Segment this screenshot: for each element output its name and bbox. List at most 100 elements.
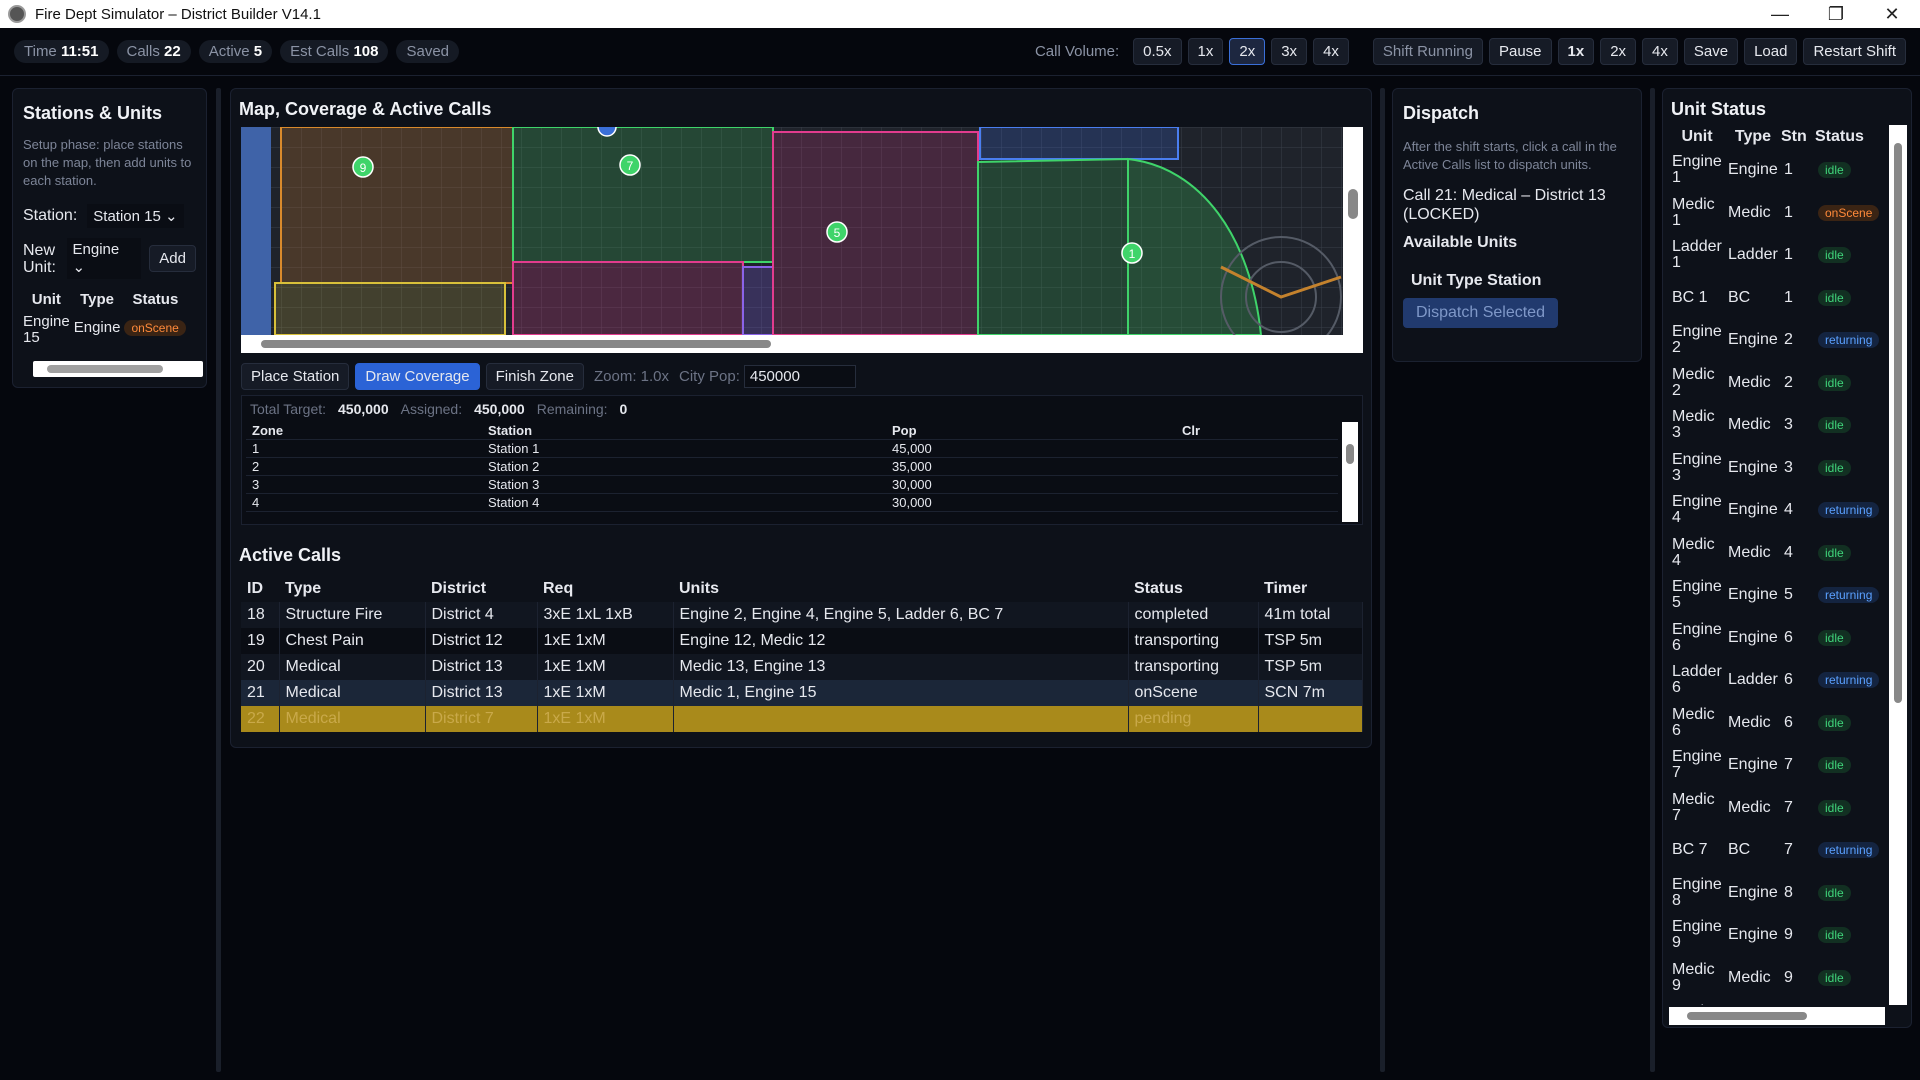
unit-status-row[interactable]: Engine 5 Engine 5 returning xyxy=(1669,574,1889,617)
unit-status-row[interactable]: BC 7 BC 7 returning xyxy=(1669,829,1889,872)
call-row[interactable]: 20 Medical District 13 1xE 1xM Medic 13, Eng… xyxy=(241,654,1363,680)
color-cell[interactable] xyxy=(1176,440,1338,458)
unit-stn: 1 xyxy=(1784,203,1793,221)
unit-type: Engine xyxy=(1728,586,1778,604)
color-cell[interactable] xyxy=(1176,476,1338,494)
speed-4x-button[interactable]: 4x xyxy=(1642,38,1678,65)
col-type: Type xyxy=(285,580,322,597)
unit-stn: 3 xyxy=(1784,416,1793,434)
unit-status-row[interactable]: Medic 1 Medic 1 onScene xyxy=(1669,192,1889,235)
zone-row[interactable]: 1 Station 1 45,000 xyxy=(246,440,1338,458)
call-timer: TSP 5m xyxy=(1258,654,1363,680)
middle-splitter[interactable] xyxy=(1380,88,1385,1072)
col-status: Status xyxy=(1815,128,1864,145)
zone-row[interactable]: 2 Station 2 35,000 xyxy=(246,458,1338,476)
zone-row[interactable]: 4 Station 4 30,000 xyxy=(246,494,1338,512)
call-id: 18 xyxy=(241,602,280,628)
unit-status-row[interactable]: Engine 8 Engine 8 idle xyxy=(1669,872,1889,915)
unit-status-row[interactable]: Engine 1 Engine 1 idle xyxy=(1669,149,1889,192)
restart-shift-button[interactable]: Restart Shift xyxy=(1803,38,1906,65)
draw-coverage-button[interactable]: Draw Coverage xyxy=(355,363,480,390)
close-button[interactable]: ✕ xyxy=(1864,4,1920,25)
unit-stn: 9 xyxy=(1784,926,1793,944)
minimize-button[interactable]: — xyxy=(1752,4,1808,25)
pause-button[interactable]: Pause xyxy=(1488,38,1552,65)
unit-status-row[interactable]: Engine 3 Engine 3 idle xyxy=(1669,447,1889,490)
load-button[interactable]: Load xyxy=(1744,38,1798,65)
shift-status: Shift Running xyxy=(1372,38,1483,65)
zone-9-polygon[interactable] xyxy=(280,127,514,284)
color-cell[interactable] xyxy=(1176,494,1338,512)
stations-h-scrollbar[interactable] xyxy=(33,361,203,377)
zone-polygon[interactable] xyxy=(274,282,506,335)
right-splitter[interactable] xyxy=(1650,88,1655,1072)
col-station: Station xyxy=(488,423,533,438)
unit-stn: 3 xyxy=(1784,458,1793,476)
maximize-button[interactable]: ❐ xyxy=(1808,4,1864,25)
unit-status-row[interactable]: Engine 7 Engine 7 idle xyxy=(1669,744,1889,787)
volume-2x-button[interactable]: 2x xyxy=(1229,38,1266,65)
unit-stn: 7 xyxy=(1784,798,1793,816)
call-row-selected[interactable]: 21 Medical District 13 1xE 1xM Medic 1, Engi… xyxy=(241,680,1363,706)
zone-5-polygon[interactable] xyxy=(772,131,979,335)
unit-status-row[interactable]: Medic 2 Medic 2 idle xyxy=(1669,362,1889,405)
call-timer xyxy=(1258,706,1363,732)
call-row[interactable]: 18 Structure Fire District 4 3xE 1xL 1xB Eng… xyxy=(241,602,1363,628)
new-unit-select[interactable]: Engine ⌄ xyxy=(66,238,142,279)
finish-zone-button[interactable]: Finish Zone xyxy=(485,363,584,390)
save-button[interactable]: Save xyxy=(1683,38,1739,65)
unit-status-row[interactable]: Engine 6 Engine 6 idle xyxy=(1669,617,1889,660)
speed-2x-button[interactable]: 2x xyxy=(1600,38,1637,65)
unit-status-row[interactable]: Engine 2 Engine 2 returning xyxy=(1669,319,1889,362)
time-label: Time xyxy=(24,43,57,60)
unit-name: Ladder 1 xyxy=(1672,238,1722,272)
unit-status-row[interactable]: Medic 3 Medic 3 idle xyxy=(1669,404,1889,447)
unit-status-row[interactable]: Engine 9 Engine 9 idle xyxy=(1669,914,1889,957)
assigned-value: 450,000 xyxy=(474,401,525,417)
zone-7-polygon[interactable] xyxy=(512,127,774,263)
top-toolbar: Time 11:51 Calls 22 Active 5 Est Calls 1… xyxy=(0,28,1920,76)
map-viewport[interactable]: 9 7 5 1 xyxy=(241,127,1363,353)
volume-3x-button[interactable]: 3x xyxy=(1271,38,1308,65)
map-h-scrollbar[interactable] xyxy=(241,335,1343,353)
zone-polygon[interactable] xyxy=(979,127,1179,160)
unit-status-row[interactable]: BC 1 BC 1 idle xyxy=(1669,277,1889,320)
call-row[interactable]: 19 Chest Pain District 12 1xE 1xM Engine 12,… xyxy=(241,628,1363,654)
col-status: Status xyxy=(132,291,179,308)
unit-status-row[interactable]: Medic 6 Medic 6 idle xyxy=(1669,702,1889,745)
city-map[interactable]: 9 7 5 1 xyxy=(241,127,1343,335)
station-unit-row[interactable]: Engine 15 Engine onScene xyxy=(23,308,186,346)
unit-status-row[interactable]: Engine 4 Engine 4 returning xyxy=(1669,489,1889,532)
zone-row[interactable]: 3 Station 3 30,000 xyxy=(246,476,1338,494)
unit-status-row[interactable]: Ladder 6 Ladder 6 returning xyxy=(1669,659,1889,702)
zone-polygon[interactable] xyxy=(512,261,744,335)
dispatch-selected-button[interactable]: Dispatch Selected xyxy=(1403,298,1558,328)
est-calls-value: 108 xyxy=(353,43,379,60)
speed-1x-button[interactable]: 1x xyxy=(1557,38,1595,65)
zone-v-scrollbar[interactable] xyxy=(1342,422,1358,522)
color-cell[interactable] xyxy=(1176,458,1338,476)
add-unit-button[interactable]: Add xyxy=(149,245,196,272)
unit-stn: 10 xyxy=(1781,999,1815,1005)
left-splitter[interactable] xyxy=(216,88,221,1072)
station-select[interactable]: Station 15 ⌄ xyxy=(87,204,184,228)
place-station-button[interactable]: Place Station xyxy=(241,363,350,390)
zone-polygon[interactable] xyxy=(977,157,1129,335)
volume-4x-button[interactable]: 4x xyxy=(1313,38,1349,65)
unit-status-row[interactable]: Medic 4 Medic 4 idle xyxy=(1669,532,1889,575)
call-district: District 7 xyxy=(425,706,538,732)
unit-status-row[interactable]: Engine 10Engine10idle xyxy=(1669,999,1889,1005)
call-row-pending[interactable]: 22 Medical District 7 1xE 1xM pending xyxy=(241,706,1363,732)
map-v-scrollbar[interactable] xyxy=(1343,127,1363,335)
volume-1x-button[interactable]: 1x xyxy=(1187,38,1224,65)
unit-status-v-scrollbar[interactable] xyxy=(1889,125,1907,1005)
zone-polygon[interactable] xyxy=(742,266,774,335)
city-pop-input[interactable]: 450000 xyxy=(743,365,856,388)
volume-0-5x-button[interactable]: 0.5x xyxy=(1133,38,1182,65)
unit-status-row[interactable]: Ladder 1 Ladder 1 idle xyxy=(1669,234,1889,277)
unit-status-h-scrollbar[interactable] xyxy=(1669,1007,1885,1025)
unit-status-list: Unit Type Stn Status Engine 1 Engine 1 idle… xyxy=(1669,125,1889,1005)
unit-name: Engine 6 xyxy=(1672,620,1722,654)
unit-status-row[interactable]: Medic 9 Medic 9 idle xyxy=(1669,957,1889,1000)
unit-status-row[interactable]: Medic 7 Medic 7 idle xyxy=(1669,787,1889,830)
